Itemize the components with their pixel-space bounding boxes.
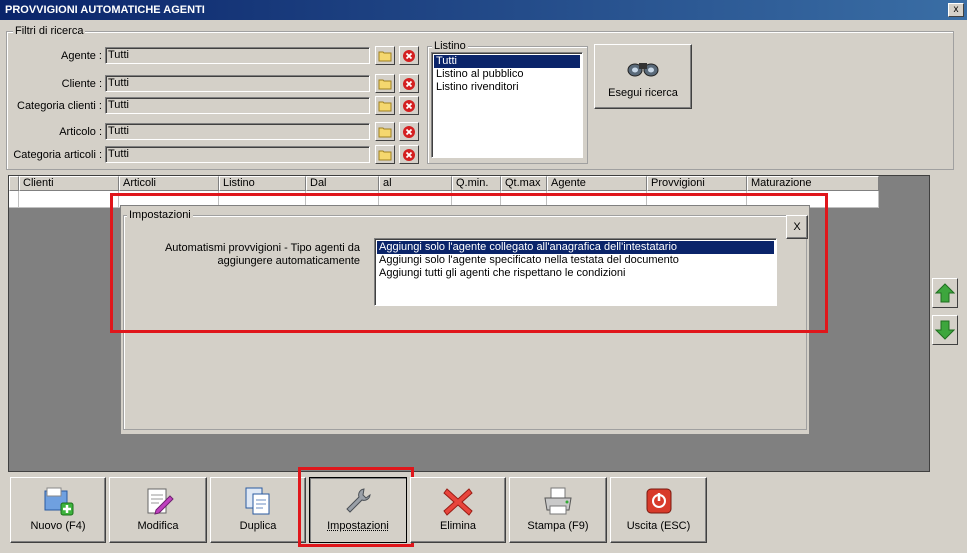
search-button[interactable]: Esegui ricerca xyxy=(594,44,692,109)
modifica-button[interactable]: Modifica xyxy=(109,477,207,543)
elimina-button-label: Elimina xyxy=(439,520,477,532)
agente-field[interactable]: Tutti xyxy=(105,47,370,64)
articolo-browse-button[interactable] xyxy=(375,122,395,141)
window-close-button[interactable]: x xyxy=(948,3,964,17)
move-up-button[interactable] xyxy=(932,278,958,308)
folder-icon xyxy=(378,101,392,111)
categoria-articoli-clear-button[interactable] xyxy=(399,145,419,164)
agente-clear-button[interactable] xyxy=(399,46,419,65)
window-title: PROVVIGIONI AUTOMATICHE AGENTI xyxy=(5,4,205,16)
categoria-clienti-browse-button[interactable] xyxy=(375,96,395,115)
arrow-down-icon xyxy=(935,320,955,340)
power-icon xyxy=(646,488,671,514)
listino-item[interactable]: Tutti xyxy=(434,55,580,68)
cliente-label: Cliente : xyxy=(61,78,102,90)
clear-icon xyxy=(403,77,415,90)
cliente-browse-button[interactable] xyxy=(375,74,395,93)
clear-icon xyxy=(403,99,415,112)
table-cell[interactable] xyxy=(19,191,119,208)
grid-header-indicator xyxy=(9,176,19,191)
stampa-button[interactable]: Stampa (F9) xyxy=(509,477,607,543)
clear-icon xyxy=(403,125,415,138)
elimina-button[interactable]: Elimina xyxy=(410,477,506,543)
row-indicator xyxy=(9,191,19,208)
column-header-provvigioni[interactable]: Provvigioni xyxy=(647,176,747,191)
duplica-button[interactable]: Duplica xyxy=(210,477,306,543)
listino-item[interactable]: Listino rivenditori xyxy=(434,81,580,94)
folder-icon xyxy=(378,127,392,137)
categoria-clienti-label: Categoria clienti : xyxy=(17,100,102,112)
folder-icon xyxy=(378,79,392,89)
agente-browse-button[interactable] xyxy=(375,46,395,65)
search-button-label: Esegui ricerca xyxy=(608,87,678,99)
filters-group-label: Filtri di ricerca xyxy=(13,25,86,37)
listino-label: Listino xyxy=(432,40,468,52)
articolo-field[interactable]: Tutti xyxy=(105,123,370,140)
listino-item[interactable]: Listino al pubblico xyxy=(434,68,580,81)
stampa-button-label: Stampa (F9) xyxy=(527,520,589,532)
window-titlebar: PROVVIGIONI AUTOMATICHE AGENTI xyxy=(0,0,967,20)
move-down-button[interactable] xyxy=(932,315,958,345)
categoria-clienti-field[interactable]: Tutti xyxy=(105,97,370,114)
clear-icon xyxy=(403,148,415,161)
column-header-articoli[interactable]: Articoli xyxy=(119,176,219,191)
delete-x-icon xyxy=(443,488,473,516)
duplicate-icon xyxy=(245,487,270,515)
grid-header: Clienti Articoli Listino Dal al Q.min. Q… xyxy=(9,176,879,191)
nuovo-button-label: Nuovo (F4) xyxy=(30,520,86,532)
column-header-maturazione[interactable]: Maturazione xyxy=(747,176,879,191)
printer-icon xyxy=(544,487,572,515)
categoria-articoli-label: Categoria articoli : xyxy=(13,149,102,161)
folder-icon xyxy=(378,51,392,61)
new-icon xyxy=(44,487,74,516)
articolo-clear-button[interactable] xyxy=(399,122,419,141)
column-header-agente[interactable]: Agente xyxy=(547,176,647,191)
clear-icon xyxy=(403,49,415,62)
column-header-listino[interactable]: Listino xyxy=(219,176,306,191)
listino-listbox[interactable]: Tutti Listino al pubblico Listino rivend… xyxy=(431,52,583,158)
binoculars-icon xyxy=(627,63,659,77)
categoria-articoli-browse-button[interactable] xyxy=(375,145,395,164)
nuovo-button[interactable]: Nuovo (F4) xyxy=(10,477,106,543)
column-header-dal[interactable]: Dal xyxy=(306,176,379,191)
categoria-clienti-clear-button[interactable] xyxy=(399,96,419,115)
column-header-al[interactable]: al xyxy=(379,176,452,191)
cliente-clear-button[interactable] xyxy=(399,74,419,93)
folder-icon xyxy=(378,150,392,160)
uscita-button-label: Uscita (ESC) xyxy=(626,520,691,532)
categoria-articoli-field[interactable]: Tutti xyxy=(105,146,370,163)
arrow-up-icon xyxy=(935,283,955,303)
column-header-clienti[interactable]: Clienti xyxy=(19,176,119,191)
cliente-field[interactable]: Tutti xyxy=(105,75,370,92)
uscita-button[interactable]: Uscita (ESC) xyxy=(610,477,707,543)
articolo-label: Articolo : xyxy=(59,126,102,138)
highlight-settings-panel xyxy=(110,193,828,333)
agente-label: Agente : xyxy=(61,50,102,62)
highlight-impostazioni-button xyxy=(298,467,414,547)
column-header-qtmax[interactable]: Qt.max xyxy=(501,176,547,191)
edit-icon xyxy=(147,488,174,515)
column-header-qmin[interactable]: Q.min. xyxy=(452,176,501,191)
modifica-button-label: Modifica xyxy=(137,520,179,532)
duplica-button-label: Duplica xyxy=(239,520,277,532)
